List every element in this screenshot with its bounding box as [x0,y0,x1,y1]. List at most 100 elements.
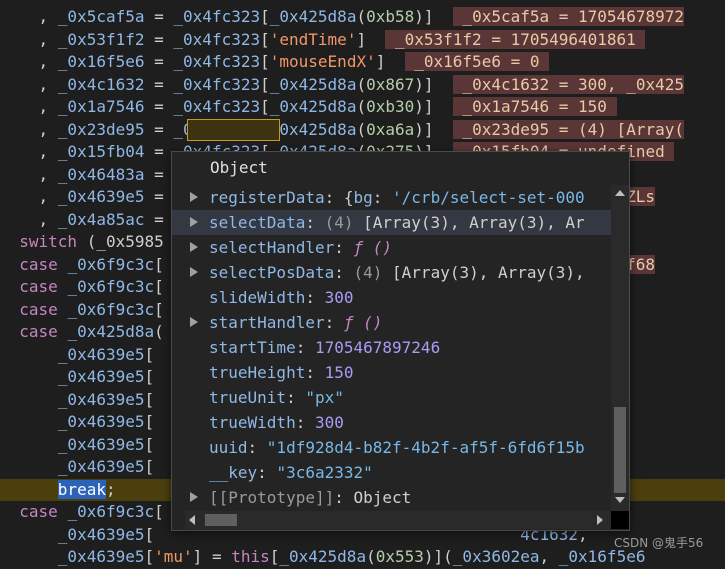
code-token: [ [144,547,155,566]
code-token: , [0,164,58,184]
property-content: trueWidth: 300 [209,410,344,435]
code-token: _0x425d8a [269,97,357,116]
code-token: _0x4c1632 [57,74,145,94]
property-value: "1df928d4-b82f-4b2f-af5f-6fd6f15b [266,438,585,457]
horizontal-scrollbar[interactable] [185,511,611,529]
property-row[interactable]: startHandler: ƒ () [172,310,612,335]
property-value: (4) [324,213,364,232]
code-line: , _0x23de95 = _0x4fc323[_0x425d8a(0xa6a)… [0,119,725,142]
property-row[interactable]: [[Prototype]]: Object [172,485,612,510]
code-token: 0x867 [366,74,415,94]
expand-triangle-icon[interactable] [190,492,198,502]
property-row[interactable]: uuid: "1df928d4-b82f-4b2f-af5f-6fd6f15b [172,435,612,460]
property-row[interactable]: startTime: 1705467897246 [172,335,612,360]
property-value: bg [353,188,373,207]
code-token: _0x16f5e6 = 0 [404,52,550,71]
code-token: _0x4fc323 [173,97,261,116]
code-token: _0x5caf5a = 17054678972 [452,7,684,26]
code-token: 'mu' [154,547,193,566]
code-token: , [0,52,58,71]
property-content: trueHeight: 150 [209,360,354,385]
hovered-token-highlight[interactable] [187,119,280,141]
property-value: ƒ () [353,238,393,257]
property-row[interactable]: selectHandler: ƒ () [172,235,612,260]
property-row[interactable]: registerData: {bg: '/crb/select-set-000 [172,185,612,210]
property-value: : [334,238,354,257]
expand-triangle-icon[interactable] [190,317,198,327]
code-token: _0x15fb04 [57,142,145,161]
property-value: : [295,413,315,432]
code-token: _0x4fc323 [173,52,261,71]
code-token: 'mouseEndX' [269,52,376,71]
code-token: this [231,547,270,566]
property-row[interactable]: trueHeight: 150 [172,360,612,385]
code-token: ( [356,119,367,139]
scroll-down-arrow-icon[interactable] [615,497,625,503]
code-token: (_0x5985 [77,232,164,251]
property-key: trueWidth [209,413,296,432]
horizontal-scroll-thumb[interactable] [205,514,237,526]
code-token: = [144,52,174,71]
property-value: : [247,438,267,457]
code-token: ( [356,7,367,26]
expand-triangle-icon[interactable] [190,192,198,202]
code-token: , [0,142,58,161]
property-row[interactable]: trueWidth: 300 [172,410,612,435]
code-token: [ [260,52,270,71]
code-line: , _0x1a7546 = _0x4fc323[_0x425d8a(0xb30)… [0,96,725,119]
expand-triangle-icon[interactable] [190,267,198,277]
vertical-scrollbar[interactable] [611,185,629,511]
property-value: : Object [334,488,412,507]
property-value: 150 [324,363,354,382]
code-token: case [19,322,58,341]
code-token: = [144,7,174,26]
scroll-left-arrow-icon[interactable] [189,515,195,525]
property-row[interactable]: slideWidth: 300 [172,285,612,310]
code-line: , _0x53f1f2 = _0x4fc323['endTime'] _0x53… [0,29,725,52]
code-token: , [539,547,559,566]
code-token: )] [414,74,453,94]
property-row[interactable]: selectPosData: (4) [Array(3), Array(3), [172,260,612,285]
property-row[interactable]: __key: "3c6a2332" [172,460,612,485]
code-token: _0x53f1f2 = 1705496401861 [385,29,646,49]
code-token: _0x16f5e6 [57,52,145,71]
property-row[interactable]: selectData: (4) [Array(3), Array(3), Ar [172,210,612,235]
code-token: ( [154,322,164,341]
code-token: ( [356,74,367,94]
vertical-scroll-thumb[interactable] [614,407,626,493]
code-token: = [144,142,174,161]
code-token: [ [260,74,270,94]
code-token: [ [154,277,164,296]
code-line: , _0x4c1632 = _0x4fc323[_0x425d8a(0x867)… [0,74,725,97]
code-token: _0x46483a [57,164,145,184]
property-key: startHandler [209,313,325,332]
code-token: 0xb58 [366,7,415,26]
code-token: = [144,97,174,116]
property-value: "3c6a2332" [276,463,373,482]
property-key: registerData [209,188,325,207]
expand-triangle-icon[interactable] [190,242,198,252]
property-value: [Array(3), Array(3), [392,263,585,282]
code-token: _0x4639e5 [57,524,145,544]
property-value: : [305,288,325,307]
code-token: _0x5caf5a [57,7,145,26]
property-content: selectHandler: ƒ () [209,235,392,260]
code-token: _0x4fc323 [173,29,261,49]
scroll-right-arrow-icon[interactable] [597,515,603,525]
expand-triangle-icon[interactable] [190,217,198,227]
property-row[interactable]: trueUnit: "px" [172,385,612,410]
property-value: '/crb/select-set-000 [392,188,585,207]
scroll-up-arrow-icon[interactable] [615,190,625,196]
code-token: _0x53f1f2 [57,29,145,49]
